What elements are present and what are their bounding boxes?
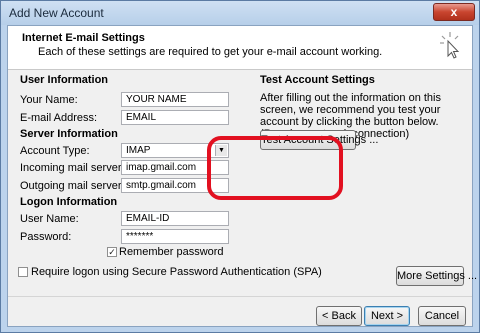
- spa-label: Require logon using Secure Password Auth…: [31, 266, 322, 278]
- incoming-server-label: Incoming mail server:: [20, 162, 125, 174]
- cursor-click-icon: [440, 32, 460, 59]
- account-type-value: IMAP: [126, 145, 151, 156]
- remember-password-label: Remember password: [119, 246, 224, 258]
- cancel-button[interactable]: Cancel: [418, 306, 466, 326]
- window-title: Add New Account: [9, 6, 104, 20]
- password-label: Password:: [20, 231, 72, 243]
- next-button[interactable]: Next >: [364, 306, 410, 326]
- logon-info-heading: Logon Information: [20, 196, 118, 208]
- back-button[interactable]: < Back: [316, 306, 362, 326]
- dialog-header: Internet E-mail Settings Each of these s…: [8, 26, 472, 70]
- dialog-client: Internet E-mail Settings Each of these s…: [7, 25, 477, 327]
- test-account-settings-button[interactable]: Test Account Settings ...: [260, 130, 378, 150]
- close-icon: x: [450, 5, 458, 19]
- outgoing-server-input[interactable]: smtp.gmail.com: [121, 178, 229, 193]
- server-info-heading: Server Information: [20, 128, 118, 140]
- footer-divider: [8, 296, 472, 297]
- more-settings-button[interactable]: More Settings ...: [396, 266, 477, 286]
- remember-password-checkbox[interactable]: ✓: [107, 247, 117, 257]
- your-name-label: Your Name:: [20, 94, 78, 106]
- account-type-label: Account Type:: [20, 145, 90, 157]
- header-description: Each of these settings are required to g…: [38, 46, 383, 58]
- spa-checkbox[interactable]: [18, 267, 28, 277]
- add-account-window: Add New Account x Internet E-mail Settin…: [0, 0, 480, 333]
- incoming-server-input[interactable]: imap.gmail.com: [121, 160, 229, 175]
- email-address-label: E-mail Address:: [20, 112, 98, 124]
- header-title: Internet E-mail Settings: [22, 32, 145, 44]
- account-type-select[interactable]: IMAP ▼: [121, 143, 229, 158]
- test-settings-heading: Test Account Settings: [260, 74, 375, 86]
- user-info-heading: User Information: [20, 74, 109, 86]
- user-name-input[interactable]: EMAIL-ID: [121, 211, 229, 226]
- password-input[interactable]: *******: [121, 229, 229, 244]
- your-name-input[interactable]: YOUR NAME: [121, 92, 229, 107]
- close-button[interactable]: x: [433, 3, 475, 21]
- chevron-down-icon[interactable]: ▼: [215, 145, 227, 156]
- user-name-label: User Name:: [20, 213, 79, 225]
- email-address-input[interactable]: EMAIL: [121, 110, 229, 125]
- title-bar: Add New Account x: [1, 1, 479, 25]
